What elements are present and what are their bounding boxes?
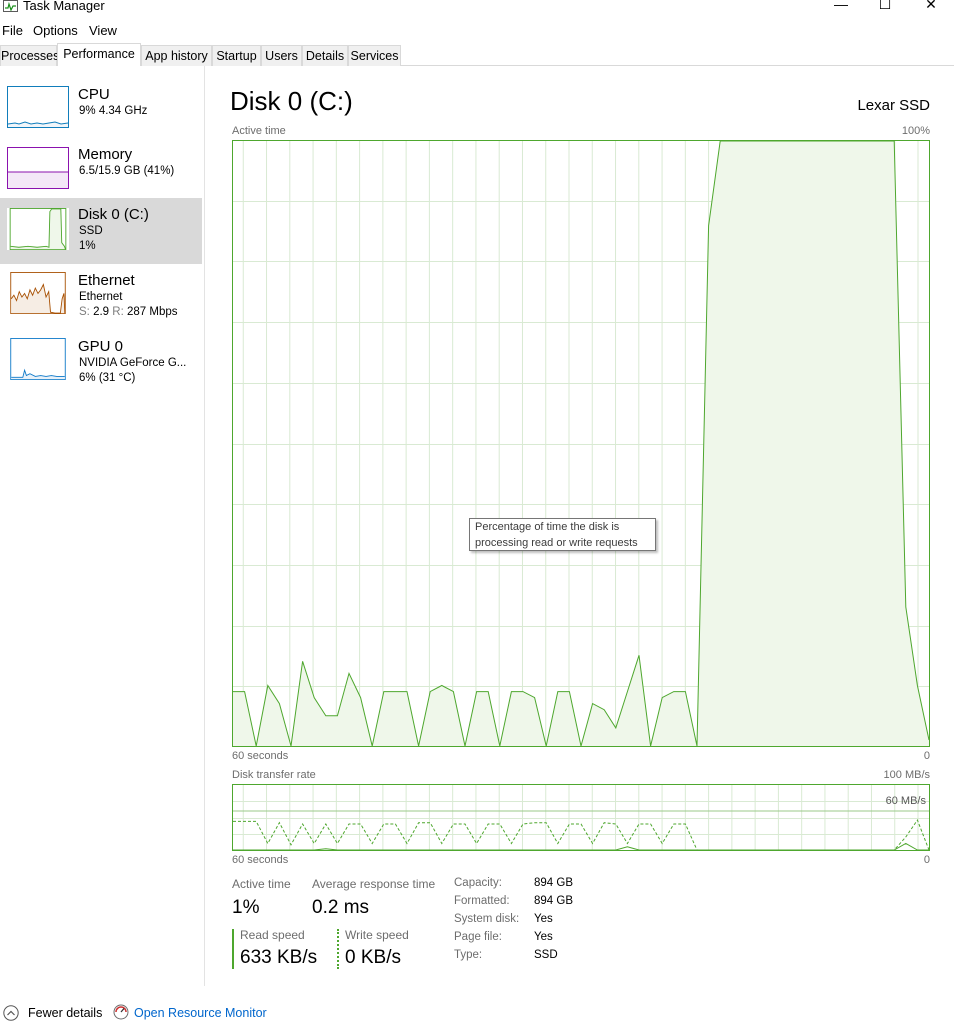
open-resource-monitor-label: Open Resource Monitor	[134, 1006, 267, 1020]
resource-monitor-icon	[113, 1004, 129, 1020]
tab-users[interactable]: Users	[261, 45, 302, 66]
sidebar-item-ethernet[interactable]: Ethernet Ethernet S: 2.9 R: 287 Mbps	[0, 266, 202, 332]
receive-label: R:	[112, 306, 124, 318]
open-resource-monitor-link[interactable]: Open Resource Monitor	[110, 1002, 270, 1026]
tooltip-line-1: Percentage of time the disk is	[475, 521, 620, 533]
sidebar-item-gpu-model: NVIDIA GeForce G...	[79, 357, 187, 369]
active-time-stat-value: 1%	[232, 897, 260, 918]
device-model: Lexar SSD	[857, 97, 930, 114]
read-speed-indicator	[232, 929, 234, 969]
menu-options[interactable]: Options	[33, 23, 78, 38]
write-speed-label: Write speed	[345, 928, 409, 942]
memory-thumbnail	[7, 147, 69, 189]
gpu-thumbnail	[7, 338, 69, 380]
send-label: S:	[79, 306, 90, 318]
page-file-value: Yes	[534, 931, 553, 943]
disk-thumbnail	[7, 208, 69, 250]
write-speed-indicator	[337, 929, 339, 969]
sidebar-item-gpu-0[interactable]: GPU 0 NVIDIA GeForce G... 6% (31 °C)	[0, 332, 202, 398]
menu-view[interactable]: View	[89, 23, 117, 38]
receive-value: 287 Mbps	[126, 306, 178, 318]
read-speed-label: Read speed	[240, 928, 305, 942]
send-value: 2.9	[93, 306, 110, 318]
sidebar-item-name: Disk 0 (C:)	[78, 206, 149, 223]
transfer-ref-label: 60 MB/s	[885, 795, 926, 807]
title-bar: Task Manager — ☐ ✕	[0, 0, 954, 14]
sidebar-item-detail: 6.5/15.9 GB (41%)	[79, 165, 175, 177]
page-title: Disk 0 (C:)	[230, 86, 353, 116]
fewer-details-button[interactable]: Fewer details	[0, 1002, 103, 1026]
avg-response-label: Average response time	[312, 877, 436, 891]
capacity-label: Capacity:	[454, 877, 502, 889]
formatted-label: Formatted:	[454, 895, 510, 907]
active-time-x-left-label: 60 seconds	[232, 750, 289, 762]
cpu-thumbnail	[7, 86, 69, 128]
ethernet-thumbnail	[7, 272, 69, 314]
transfer-chart-label: Disk transfer rate	[232, 769, 316, 781]
sidebar-item-name: Ethernet	[78, 272, 135, 289]
sidebar-item-name: GPU 0	[78, 338, 124, 355]
close-button[interactable]: ✕	[908, 0, 954, 14]
tab-processes[interactable]: Processes	[0, 45, 59, 66]
sidebar-item-cpu[interactable]: CPU 9% 4.34 GHz	[0, 78, 202, 144]
maximize-button[interactable]: ☐	[862, 0, 908, 14]
active-time-chart-label: Active time	[232, 125, 286, 137]
transfer-x-right-label: 0	[923, 854, 930, 866]
tab-bar: Processes Performance App history Startu…	[0, 43, 954, 66]
active-time-x-right-label: 0	[923, 750, 930, 762]
tab-services[interactable]: Services	[348, 45, 401, 66]
transfer-rate-chart	[232, 784, 930, 851]
menu-file[interactable]: File	[2, 23, 23, 38]
system-disk-label: System disk:	[454, 913, 520, 925]
transfer-max-label: 100 MB/s	[883, 769, 930, 781]
active-time-stat-label: Active time	[232, 877, 291, 891]
page-file-label: Page file:	[454, 931, 502, 943]
sidebar-item-adapter: Ethernet	[79, 291, 123, 303]
sidebar-item-name: Memory	[78, 146, 133, 163]
transfer-x-left-label: 60 seconds	[232, 854, 289, 866]
fewer-details-label: Fewer details	[28, 1006, 103, 1020]
tab-performance[interactable]: Performance	[57, 43, 141, 66]
write-speed-value: 0 KB/s	[345, 947, 401, 968]
tab-app-history[interactable]: App history	[141, 45, 212, 66]
type-value: SSD	[534, 949, 558, 961]
sidebar-item-throughput: S: 2.9 R: 287 Mbps	[79, 306, 178, 318]
sidebar-item-usage: 6% (31 °C)	[79, 372, 136, 384]
active-time-max-label: 100%	[901, 125, 930, 137]
sidebar-item-name: CPU	[78, 86, 110, 103]
tab-details[interactable]: Details	[302, 45, 348, 66]
capacity-value: 894 GB	[534, 877, 573, 889]
minimize-button[interactable]: —	[818, 0, 864, 14]
chevron-up-icon	[3, 1005, 19, 1021]
chart-tooltip: Percentage of time the disk is processin…	[469, 518, 656, 551]
window-title: Task Manager	[23, 0, 105, 13]
system-disk-value: Yes	[534, 913, 553, 925]
menu-bar: File Options View	[0, 20, 954, 40]
tab-startup[interactable]: Startup	[212, 45, 261, 66]
active-time-chart	[232, 140, 930, 747]
sidebar-item-disk-0[interactable]: Disk 0 (C:) SSD 1%	[0, 198, 202, 264]
footer: Fewer details Open Resource Monitor	[0, 1002, 954, 1027]
read-speed-value: 633 KB/s	[240, 947, 318, 968]
resource-list: CPU 9% 4.34 GHz Memory 6.5/15.9 GB (41%)…	[0, 66, 205, 986]
task-manager-icon	[3, 0, 18, 12]
type-label: Type:	[454, 949, 483, 961]
sidebar-item-type: SSD	[79, 225, 103, 237]
sidebar-item-detail: 9% 4.34 GHz	[79, 105, 148, 117]
tooltip-line-2: processing read or write requests	[475, 537, 638, 549]
sidebar-item-usage: 1%	[79, 240, 96, 252]
formatted-value: 894 GB	[534, 895, 573, 907]
avg-response-value: 0.2 ms	[312, 897, 370, 918]
